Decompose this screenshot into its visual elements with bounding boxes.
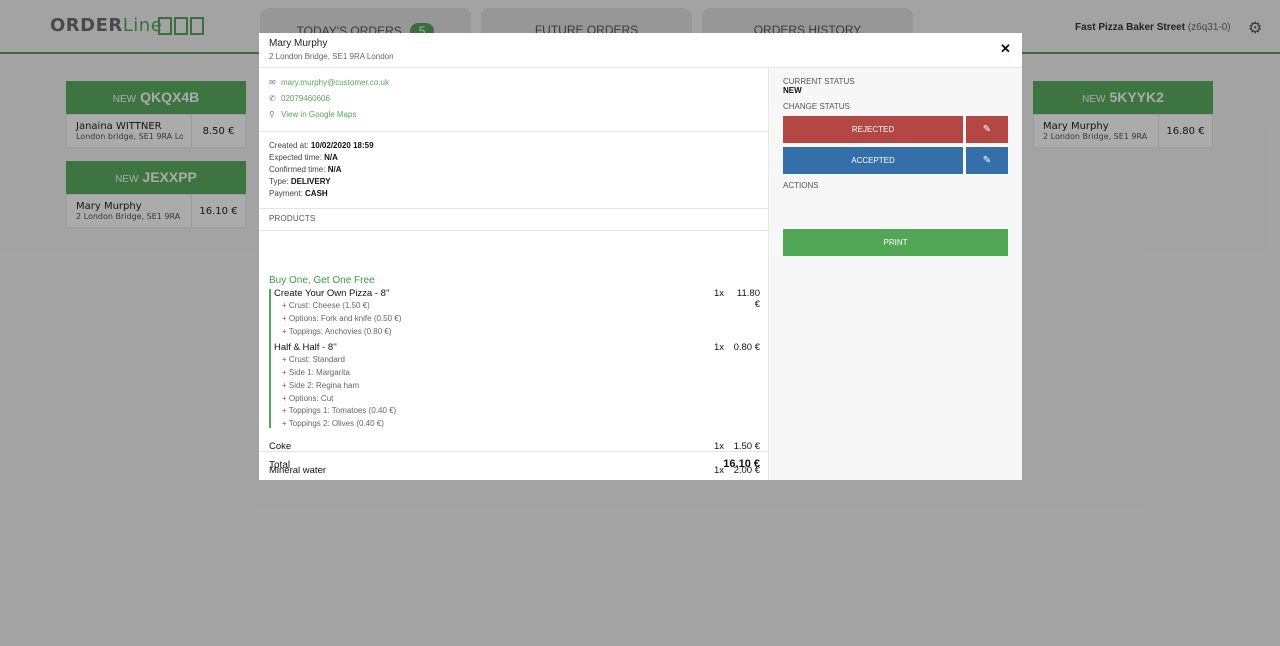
product-option: + Side 2: Regina ham xyxy=(282,381,360,390)
product-price: 11.80 € xyxy=(736,288,760,310)
status-panel: CURRENT STATUS NEW CHANGE STATUS REJECTE… xyxy=(770,68,1022,480)
created-label: Created at: xyxy=(269,141,309,150)
product-option: + Toppings 1: Tomatoes (0.40 €) xyxy=(282,406,397,415)
type-value: DELIVERY xyxy=(290,177,331,186)
product-qty: 1x xyxy=(714,342,725,353)
product-option: + Crust: Standard xyxy=(282,355,345,364)
expected-value: N/A xyxy=(324,153,338,162)
modal-header: Mary Murphy 2 London Bridge, SE1 9RA Lon… xyxy=(259,33,1022,68)
customer-address: 2 London Bridge, SE1 9RA London xyxy=(269,52,394,61)
edit-icon[interactable]: ✎ xyxy=(966,116,1008,143)
print-button[interactable]: PRINT xyxy=(783,229,1008,256)
confirmed-value: N/A xyxy=(327,165,342,174)
deal-title: Buy One, Get One Free xyxy=(269,275,375,286)
product-option: + Crust: Cheese (1.50 €) xyxy=(282,301,370,310)
expected-time-row: Expected time: N/A xyxy=(269,153,338,162)
expected-label: Expected time: xyxy=(269,153,322,162)
type-label: Type: xyxy=(269,177,289,186)
divider xyxy=(259,208,769,209)
product-option: + Toppings: Anchovies (0.80 €) xyxy=(282,327,392,336)
envelope-icon: ✉ xyxy=(269,78,276,87)
divider xyxy=(259,131,769,132)
rejected-button[interactable]: REJECTED xyxy=(783,116,963,143)
total-label: Total xyxy=(269,460,291,471)
product-qty: 1x xyxy=(714,288,725,299)
order-detail-modal: Mary Murphy 2 London Bridge, SE1 9RA Lon… xyxy=(259,33,1022,480)
maps-row[interactable]: ⚲ View in Google Maps xyxy=(269,110,356,119)
close-icon[interactable]: ✕ xyxy=(1000,42,1011,56)
payment-row: Payment: CASH xyxy=(269,189,328,198)
phone-row[interactable]: ✆ 02079460606 xyxy=(269,94,330,103)
payment-value: CASH xyxy=(305,189,328,198)
products-heading: PRODUCTS xyxy=(269,214,316,223)
product-option: + Side 1: Margarita xyxy=(282,368,350,377)
deal-group-bar xyxy=(269,289,271,428)
product-name: Half & Half - 8'' xyxy=(274,342,337,353)
actions-label: ACTIONS xyxy=(783,181,819,190)
product-price: 0.80 € xyxy=(733,342,760,353)
created-at-row: Created at: 10/02/2020 18:59 xyxy=(269,141,374,150)
current-status-value: NEW xyxy=(783,86,802,95)
google-maps-link[interactable]: View in Google Maps xyxy=(281,110,356,119)
email-row[interactable]: ✉ mary.murphy@customer.co.uk xyxy=(269,78,389,87)
product-option: + Options: Fork and knife (0.50 €) xyxy=(282,314,402,323)
edit-icon[interactable]: ✎ xyxy=(966,147,1008,174)
product-option: + Options: Cut xyxy=(282,394,334,403)
customer-email-link[interactable]: mary.murphy@customer.co.uk xyxy=(281,78,389,87)
customer-phone-link[interactable]: 02079460606 xyxy=(281,94,330,103)
created-value: 10/02/2020 18:59 xyxy=(310,141,374,150)
confirmed-time-row: Confirmed time: N/A xyxy=(269,165,341,174)
order-details-panel: ✉ mary.murphy@customer.co.uk ✆ 020794606… xyxy=(259,68,769,480)
confirmed-label: Confirmed time: xyxy=(269,165,326,174)
divider xyxy=(259,451,769,452)
accepted-button[interactable]: ACCEPTED xyxy=(783,147,963,174)
phone-icon: ✆ xyxy=(269,94,276,103)
change-status-label: CHANGE STATUS xyxy=(783,102,850,111)
product-option: + Toppings 2: Olives (0.40 €) xyxy=(282,419,384,428)
customer-name: Mary Murphy xyxy=(269,38,328,49)
map-marker-icon: ⚲ xyxy=(269,110,275,119)
payment-label: Payment: xyxy=(269,189,303,198)
product-name: Create Your Own Pizza - 8'' xyxy=(274,288,390,299)
current-status-label: CURRENT STATUS xyxy=(783,77,855,86)
divider xyxy=(259,230,769,231)
type-row: Type: DELIVERY xyxy=(269,177,331,186)
total-value: 16.10 € xyxy=(723,458,760,470)
